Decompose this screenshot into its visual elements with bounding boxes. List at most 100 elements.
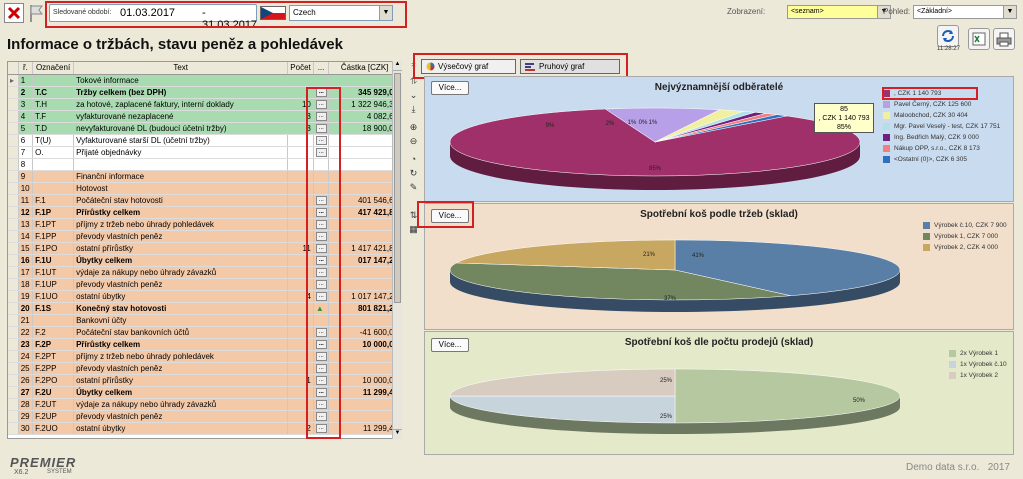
table-row[interactable]: 24 F.2PT příjmy z tržeb nebo úhrady pohled… [8, 350, 401, 363]
cell-row: 6 [18, 134, 34, 147]
table-row[interactable]: 25 F.2PP převody vlastních peněz... [8, 362, 401, 375]
grid-scrollbar[interactable]: ▲ ▼ [392, 61, 402, 439]
print-button[interactable] [993, 28, 1015, 50]
table-row[interactable]: ▸ 1 Tokové informace [8, 74, 401, 87]
table-row[interactable]: 14 F.1PP převody vlastních peněz... [8, 230, 401, 243]
cell-text: Počáteční stav hotovosti [73, 194, 289, 207]
table-row[interactable]: 3 T.H za hotové, zaplacené faktury, intern… [8, 98, 401, 111]
table-row[interactable]: 11 F.1 Počáteční stav hotovosti... 401 546,… [8, 194, 401, 207]
pie-label: 0% [639, 120, 648, 126]
col-code[interactable]: Označení [32, 62, 75, 75]
logo: PREMIER [10, 455, 77, 470]
legend-swatch [923, 244, 930, 251]
cell-code: O. [32, 146, 75, 159]
cell-row: 26 [18, 374, 34, 387]
row-indicator [8, 374, 19, 387]
scroll-down-icon[interactable]: ▼ [393, 429, 402, 439]
table-row[interactable]: 27 F.2U Úbytky celkem... 11 299,40 [8, 386, 401, 399]
view2-select[interactable]: <Základní> ▼ [913, 5, 1017, 19]
pie-label: 9% [546, 123, 555, 129]
cell-text: ostatní úbytky [73, 422, 289, 435]
pie-label: 50% [853, 398, 866, 404]
chevron-down-icon[interactable]: ▼ [1003, 6, 1016, 18]
palette-icon[interactable]: ✎ [407, 182, 420, 195]
table-row[interactable]: 17 F.1UT výdaje za nákupy nebo úhrady záva… [8, 266, 401, 279]
table-row[interactable]: 8 [8, 158, 401, 171]
data-grid[interactable]: ř. Označení Text Počet ... Částka [CZK] … [7, 61, 402, 439]
table-row[interactable]: 20 F.1S Konečný stav hotovosti ▲ 801 821,27 [8, 302, 401, 315]
row-indicator [8, 278, 19, 291]
cell-code: F.1U [32, 254, 75, 267]
table-row[interactable]: 18 F.1UP převody vlastních peněz... [8, 278, 401, 291]
table-row[interactable]: 13 F.1PT příjmy z tržeb nebo úhrady pohled… [8, 218, 401, 231]
table-row[interactable]: 26 F.2PO ostatní přírůstky 1... 10 000,00 [8, 374, 401, 387]
close-button[interactable] [4, 3, 24, 23]
rotate-icon[interactable]: ↻ [407, 168, 420, 181]
table-row[interactable]: 21 Bankovní účty [8, 314, 401, 327]
table-row[interactable]: 6 T(U) Vyfakturované starší DL (účetní trž… [8, 134, 401, 147]
table-row[interactable]: 7 O. Přijaté objednávky... [8, 146, 401, 159]
legend-label: Nákup OPP, s.r.o., CZK 8 173 [894, 145, 980, 152]
pie-label: 25% [660, 378, 673, 384]
version-label: X6.2 [14, 469, 29, 476]
table-row[interactable]: 12 F.1P Přírůstky celkem... 417 421,85 [8, 206, 401, 219]
table-row[interactable]: 10 Hotovost [8, 182, 401, 195]
cell-row: 7 [18, 146, 34, 159]
cell-amount [328, 74, 401, 87]
legend-swatch [949, 361, 956, 368]
scroll-up-icon[interactable]: ▲ [393, 61, 402, 71]
cell-text: Vyfakturované starší DL (účetní tržby) [73, 134, 289, 147]
cell-text: výdaje za nákupy nebo úhrady závazků [73, 398, 289, 411]
export-button[interactable] [968, 28, 990, 50]
table-row[interactable]: 29 F.2UP převody vlastních peněz... [8, 410, 401, 423]
table-row[interactable]: 2 T.C Tržby celkem (bez DPH)... 345 929,06 [8, 86, 401, 99]
row-indicator [8, 314, 19, 327]
row-indicator [8, 158, 19, 171]
legend-swatch [883, 112, 890, 119]
view-select[interactable]: <seznam> ▼ [787, 5, 891, 19]
cell-row: 11 [18, 194, 34, 207]
cell-text: Přijaté objednávky [73, 146, 289, 159]
row-indicator [8, 338, 19, 351]
cell-code: F.2P [32, 338, 75, 351]
table-row[interactable]: 19 F.1UO ostatní úbytky 4... 1 017 147,20 [8, 290, 401, 303]
cell-code [32, 170, 75, 183]
col-count[interactable]: Počet [287, 62, 314, 75]
cell-code [32, 182, 75, 195]
table-row[interactable]: 23 F.2P Přírůstky celkem... 10 000,00 [8, 338, 401, 351]
col-row[interactable]: ř. [18, 62, 34, 75]
table-row[interactable]: 15 F.1PO ostatní přírůstky 11... 1 417 421,8… [8, 242, 401, 255]
highlight-box [417, 201, 474, 228]
scroll-thumb[interactable] [394, 73, 401, 303]
table-row[interactable]: 28 F.2UT výdaje za nákupy nebo úhrady záva… [8, 398, 401, 411]
chart-settings-icon[interactable]: ◔ [407, 154, 420, 167]
legend-item: Mgr. Pavel Veselý - test, CZK 17 751 [883, 121, 1000, 132]
flag-icon[interactable] [28, 3, 44, 23]
scale-down-icon[interactable]: ⤓ [407, 104, 420, 117]
col-indicator [8, 62, 19, 75]
cell-code: T.D [32, 122, 75, 135]
cell-code [32, 314, 75, 327]
cell-more[interactable] [313, 74, 330, 87]
col-amount[interactable]: Částka [CZK] [328, 62, 401, 75]
table-row[interactable]: 4 T.F vyfakturované nezaplacené 3... 4 082,6… [8, 110, 401, 123]
col-text[interactable]: Text [73, 62, 289, 75]
refresh-button[interactable] [937, 25, 959, 47]
cell-code: T.C [32, 86, 75, 99]
cell-text: Konečný stav hotovosti [73, 302, 289, 315]
table-row[interactable]: 9 Finanční informace [8, 170, 401, 183]
table-row[interactable]: 22 F.2 Počáteční stav bankovních účtů... -4… [8, 326, 401, 339]
zoom-out-icon[interactable]: ⊖ [407, 136, 420, 149]
legend-swatch [883, 123, 890, 130]
row-indicator [8, 194, 19, 207]
chevron-down-icon[interactable]: ⌄ [407, 90, 420, 103]
table-row[interactable]: 30 F.2UO ostatní úbytky 2... 11 299,40 [8, 422, 401, 435]
table-row[interactable]: 5 T.D nevyfakturované DL (budoucí účetní t… [8, 122, 401, 135]
col-more[interactable]: ... [313, 62, 330, 75]
table-row[interactable]: 16 F.1U Úbytky celkem... 017 147,20 [8, 254, 401, 267]
excel-icon [972, 32, 986, 46]
legend-item: Výrobek 2, CZK 4 000 [923, 242, 1007, 253]
pie-label: 1% [649, 120, 658, 126]
cell-code [32, 74, 75, 87]
zoom-in-icon[interactable]: ⊕ [407, 122, 420, 135]
